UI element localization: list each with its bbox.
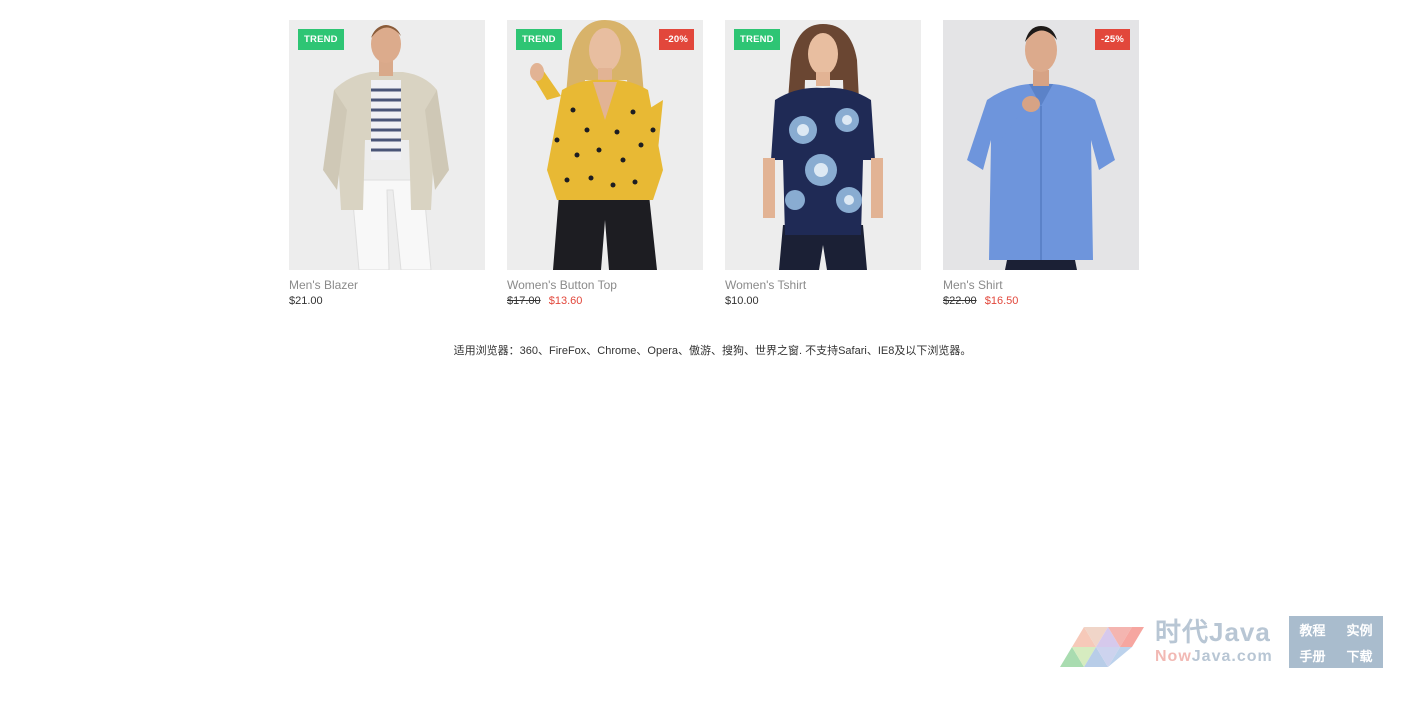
regular-price: $10.00	[725, 295, 759, 307]
watermark-domain-prefix: Now	[1155, 648, 1192, 665]
sale-price: $13.60	[548, 295, 583, 307]
watermark-link-tutorial[interactable]: 教程	[1289, 616, 1336, 642]
product-image[interactable]: TREND	[289, 20, 485, 270]
product-price: $22.00 $16.50	[943, 295, 1139, 308]
womens-button-top-photo	[507, 20, 703, 270]
trend-badge: TREND	[516, 29, 562, 50]
product-name[interactable]: Men's Blazer	[289, 278, 485, 292]
site-watermark[interactable]: 时代Java NowJava.com 教程 实例 手册 下载	[1060, 616, 1385, 670]
product-card-mens-blazer[interactable]: TREND Men's Blazer $21.00	[289, 20, 485, 308]
product-card-womens-button-top[interactable]: TREND -20% Women's Button Top $17.00 $13…	[507, 20, 703, 308]
triangle-mosaic-logo-icon	[1060, 627, 1144, 667]
original-price: $22.00	[943, 295, 977, 307]
regular-price: $21.00	[289, 295, 323, 307]
mens-blazer-photo	[289, 20, 485, 270]
product-card-womens-tshirt[interactable]: TREND Women's Tshirt $10.00	[725, 20, 921, 308]
product-image[interactable]: TREND	[725, 20, 921, 270]
product-name[interactable]: Women's Button Top	[507, 278, 703, 292]
product-image[interactable]: TREND -20%	[507, 20, 703, 270]
product-image[interactable]: -25%	[943, 20, 1139, 270]
womens-tshirt-photo	[725, 20, 921, 270]
watermark-link-download[interactable]: 下载	[1336, 642, 1383, 668]
watermark-link-manual[interactable]: 手册	[1289, 642, 1336, 668]
watermark-domain-rest: Java.com	[1191, 648, 1273, 665]
trend-badge: TREND	[298, 29, 344, 50]
product-grid: TREND Men's Blazer $21.00 TREND -20% Wom…	[289, 20, 1139, 308]
discount-badge: -25%	[1095, 29, 1130, 50]
sale-price: $16.50	[984, 295, 1019, 307]
product-price: $21.00	[289, 295, 485, 308]
discount-badge: -20%	[659, 29, 694, 50]
watermark-domain: NowJava.com	[1155, 647, 1273, 667]
product-price: $10.00	[725, 295, 921, 308]
mens-shirt-photo	[943, 20, 1139, 270]
watermark-links: 教程 实例 手册 下载	[1289, 616, 1383, 668]
browser-compatibility-note: 适用浏览器：360、FireFox、Chrome、Opera、傲游、搜狗、世界之…	[453, 345, 972, 357]
product-card-mens-shirt[interactable]: -25% Men's Shirt $22.00 $16.50	[943, 20, 1139, 308]
product-name[interactable]: Men's Shirt	[943, 278, 1139, 292]
page: TREND Men's Blazer $21.00 TREND -20% Wom…	[0, 0, 1425, 718]
watermark-title: 时代Java	[1155, 617, 1271, 647]
product-name[interactable]: Women's Tshirt	[725, 278, 921, 292]
watermark-link-examples[interactable]: 实例	[1336, 616, 1383, 642]
original-price: $17.00	[507, 295, 541, 307]
trend-badge: TREND	[734, 29, 780, 50]
product-price: $17.00 $13.60	[507, 295, 703, 308]
